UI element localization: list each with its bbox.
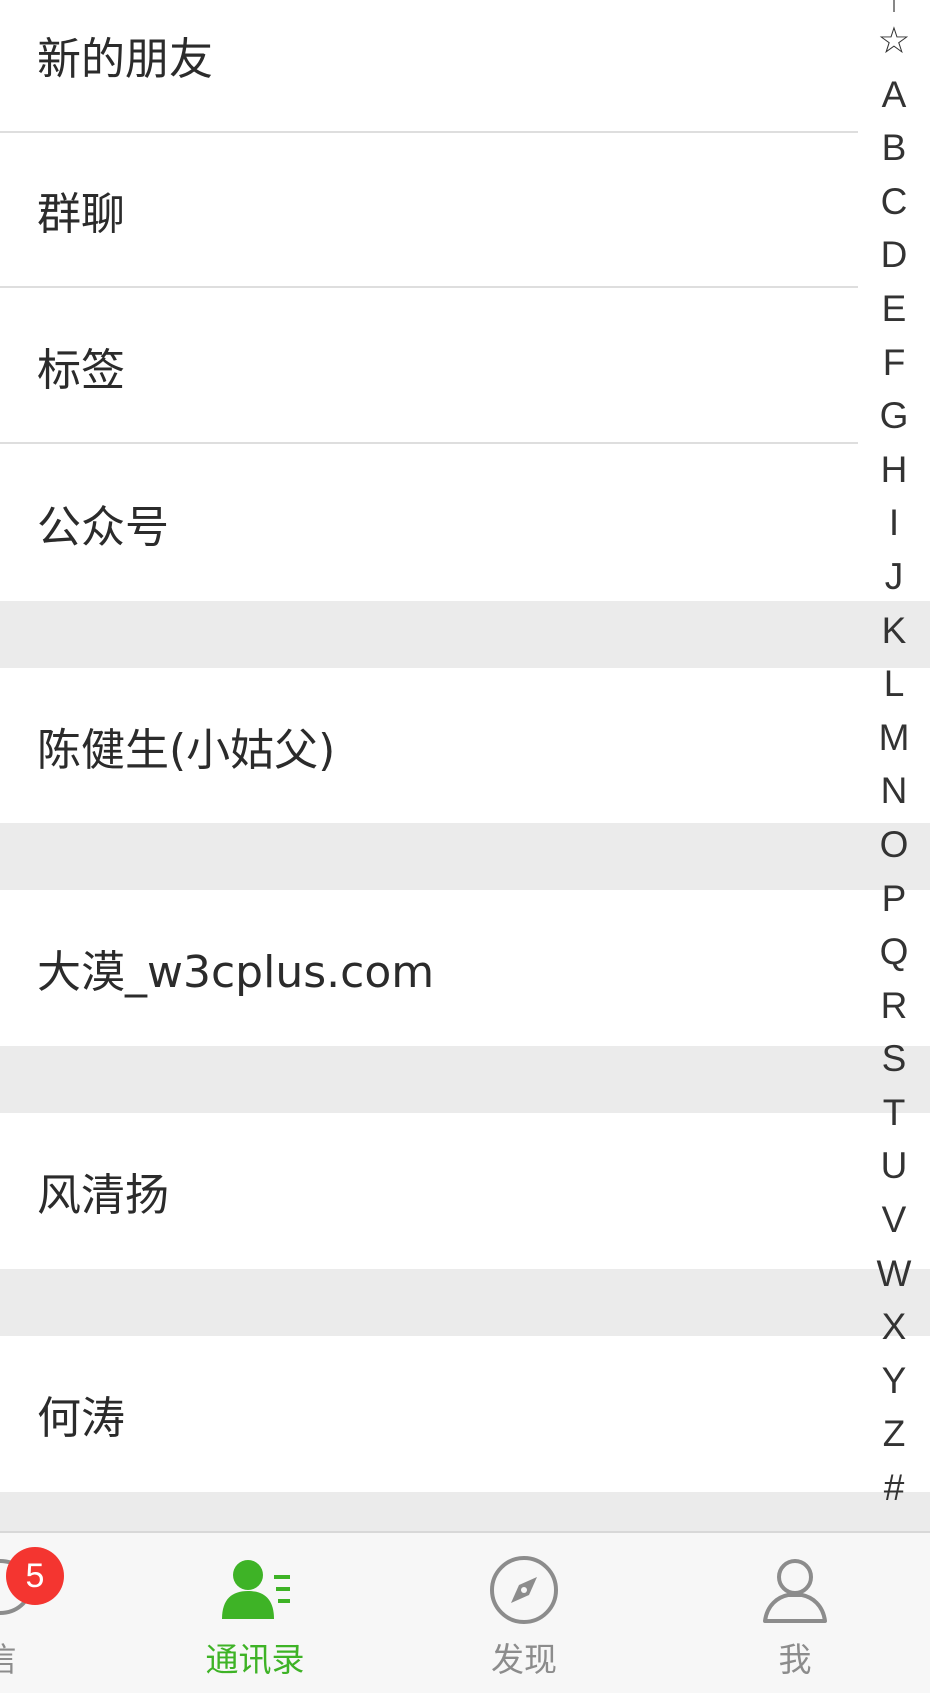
unread-badge: 5 [6,1547,64,1605]
contact-name: 何涛 [37,1392,125,1444]
tab-label: 通讯录 [205,1640,305,1679]
section-gap [0,1046,930,1113]
index-letter-u[interactable]: U [858,1139,930,1193]
tab-contacts[interactable]: 通讯录 [139,1533,371,1693]
tab-label: 我 [778,1640,812,1679]
index-letter-e[interactable]: E [858,282,930,336]
index-letter-g[interactable]: G [858,389,930,443]
contact-row[interactable]: 何涛 [0,1336,858,1491]
index-letter-m[interactable]: M [858,711,930,765]
index-letter-d[interactable]: D [858,228,930,282]
index-letter-f[interactable]: F [858,336,930,390]
list-item-new-friends[interactable]: 新的朋友 [0,0,858,133]
section-gap [0,1492,930,1531]
contact-name: 大漠_w3cplus.com [37,946,435,998]
index-letter-z[interactable]: Z [858,1407,930,1461]
index-letter-y[interactable]: Y [858,1354,930,1408]
tab-chats[interactable]: 信 5 [0,1533,116,1693]
contact-row[interactable]: 大漠_w3cplus.com [0,890,858,1045]
index-letter-r[interactable]: R [858,979,930,1033]
index-letter-k[interactable]: K [858,604,930,658]
index-letter-hash[interactable]: # [858,1461,930,1515]
index-letter-h[interactable]: H [858,443,930,497]
index-letter-j[interactable]: J [858,550,930,604]
tab-label: 信 [0,1640,17,1679]
index-letter-l[interactable]: L [858,657,930,711]
index-letter-s[interactable]: S [858,1032,930,1086]
index-letter-star[interactable]: ☆ [858,14,930,68]
list-item-label: 新的朋友 [37,33,213,85]
index-letter-w[interactable]: W [858,1247,930,1301]
index-letter-a[interactable]: A [858,68,930,122]
index-letter-i[interactable]: I [858,496,930,550]
tab-label: 发现 [491,1640,557,1679]
section-gap [0,823,930,890]
index-letter-search[interactable]: ↑ [858,0,930,16]
alphabet-index-bar[interactable]: ↑ ☆ A B C D E F G H I J K L M N O P Q R … [858,0,930,1526]
compass-icon [487,1553,561,1627]
list-item-label: 标签 [37,344,125,396]
index-letter-o[interactable]: O [858,818,930,872]
bottom-tab-bar: 信 5 通讯录 发现 我 [0,1531,930,1693]
index-letter-p[interactable]: P [858,872,930,926]
tab-me[interactable]: 我 [679,1533,911,1693]
section-gap [0,1269,930,1336]
contact-row[interactable]: 陈健生(小姑父) [0,668,858,823]
index-letter-t[interactable]: T [858,1086,930,1140]
list-item-tags[interactable]: 标签 [0,289,858,444]
index-letter-v[interactable]: V [858,1193,930,1247]
list-item-group-chats[interactable]: 群聊 [0,133,858,288]
contact-row[interactable]: 风清扬 [0,1113,858,1268]
list-item-official-accounts[interactable]: 公众号 [0,445,858,600]
list-item-label: 公众号 [37,501,169,553]
index-letter-c[interactable]: C [858,175,930,229]
profile-icon [758,1553,832,1627]
index-letter-b[interactable]: B [858,121,930,175]
index-letter-n[interactable]: N [858,764,930,818]
section-gap [0,601,930,668]
list-item-label: 群聊 [37,188,125,240]
contact-name: 风清扬 [37,1169,169,1221]
index-letter-q[interactable]: Q [858,925,930,979]
wechat-contacts-screen: 新的朋友 群聊 标签 公众号 陈健生(小姑父) 大漠_w3cplus.com 风… [0,0,930,1693]
tab-discover[interactable]: 发现 [408,1533,640,1693]
contact-name: 陈健生(小姑父) [37,724,336,776]
index-letter-x[interactable]: X [858,1300,930,1354]
contact-list: 新的朋友 群聊 标签 公众号 陈健生(小姑父) 大漠_w3cplus.com 风… [0,0,930,1531]
contacts-icon [218,1553,292,1627]
